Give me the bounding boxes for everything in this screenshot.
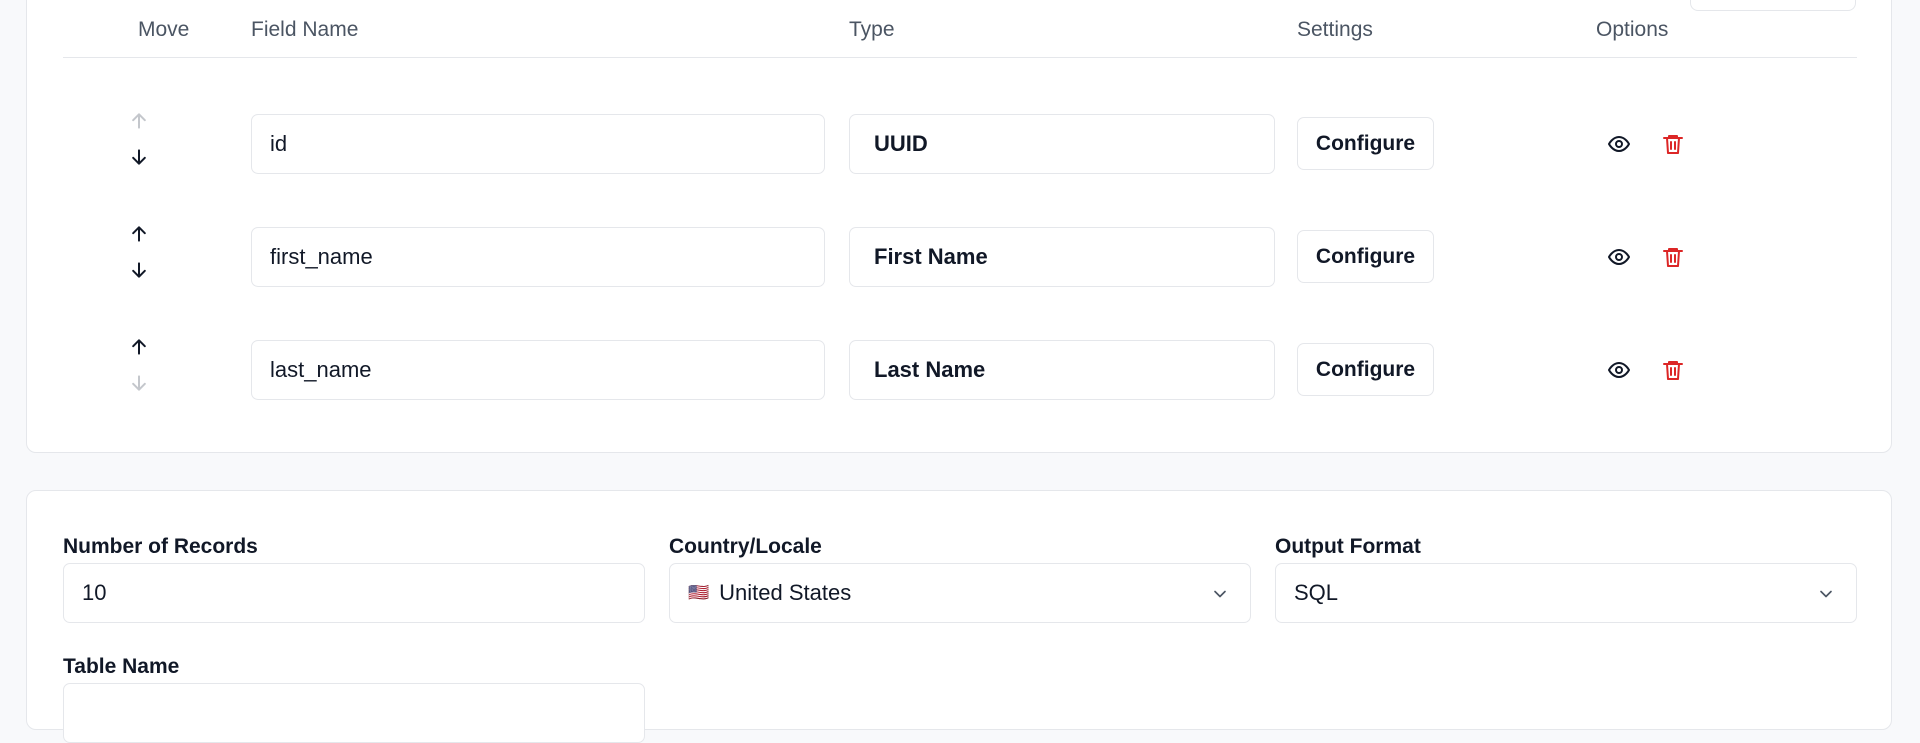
trash-icon: [1663, 135, 1683, 154]
delete-field-button[interactable]: [1658, 129, 1688, 159]
toggle-visibility-button[interactable]: [1604, 129, 1634, 159]
header-settings: Settings: [1297, 18, 1373, 41]
delete-field-button[interactable]: [1658, 355, 1688, 385]
locale-value: United States: [719, 580, 852, 605]
header-field-name: Field Name: [251, 18, 359, 41]
trash-icon: [1663, 361, 1683, 380]
table-name-label: Table Name: [63, 655, 180, 678]
move-up-button[interactable]: [126, 108, 152, 134]
toggle-visibility-button[interactable]: [1604, 242, 1634, 272]
records-label: Number of Records: [63, 535, 258, 558]
field-type-input[interactable]: [849, 114, 1275, 174]
arrow-down-icon: [132, 149, 146, 165]
fields-card: Move Field Name Type Settings Options Co…: [26, 0, 1892, 453]
eye-icon: [1608, 249, 1630, 265]
field-name-input[interactable]: [251, 227, 825, 287]
arrow-up-icon: [132, 226, 146, 242]
move-up-button[interactable]: [126, 334, 152, 360]
eye-icon: [1608, 362, 1630, 378]
arrow-down-icon: [132, 375, 146, 391]
trash-icon: [1663, 248, 1683, 267]
eye-icon: [1608, 136, 1630, 152]
table-row: Configure: [63, 113, 1857, 174]
arrow-down-icon: [132, 262, 146, 278]
arrow-up-icon: [132, 339, 146, 355]
field-name-input[interactable]: [251, 340, 825, 400]
table-row: Configure: [63, 339, 1857, 400]
delete-field-button[interactable]: [1658, 242, 1688, 272]
configure-button[interactable]: Configure: [1297, 343, 1434, 396]
configure-button[interactable]: Configure: [1297, 117, 1434, 170]
move-down-button[interactable]: [126, 370, 152, 396]
header-options: Options: [1596, 18, 1669, 41]
us-flag-icon: 🇺🇸: [688, 583, 710, 602]
chevron-down-icon: [1820, 590, 1832, 598]
field-type-input[interactable]: [849, 340, 1275, 400]
move-down-button[interactable]: [126, 144, 152, 170]
move-down-button[interactable]: [126, 257, 152, 283]
header-move: Move: [138, 18, 190, 41]
generation-settings-card: Number of Records Country/Locale 🇺🇸 Unit…: [26, 490, 1892, 743]
records-input[interactable]: [63, 563, 645, 623]
field-type-input[interactable]: [849, 227, 1275, 287]
configure-button[interactable]: Configure: [1297, 230, 1434, 283]
arrow-up-icon: [132, 113, 146, 129]
format-value: SQL: [1294, 580, 1339, 605]
format-label: Output Format: [1275, 535, 1421, 558]
locale-label: Country/Locale: [669, 535, 822, 558]
table-header: Move Field Name Type Settings Options: [63, 5, 1857, 58]
header-type: Type: [849, 18, 895, 41]
toggle-visibility-button[interactable]: [1604, 355, 1634, 385]
field-name-input[interactable]: [251, 114, 825, 174]
locale-select[interactable]: 🇺🇸 United States: [669, 563, 1251, 623]
table-row: Configure: [63, 226, 1857, 287]
move-up-button[interactable]: [126, 221, 152, 247]
table-name-input[interactable]: [63, 683, 645, 743]
format-select[interactable]: SQL: [1275, 563, 1857, 623]
chevron-down-icon: [1214, 590, 1226, 598]
